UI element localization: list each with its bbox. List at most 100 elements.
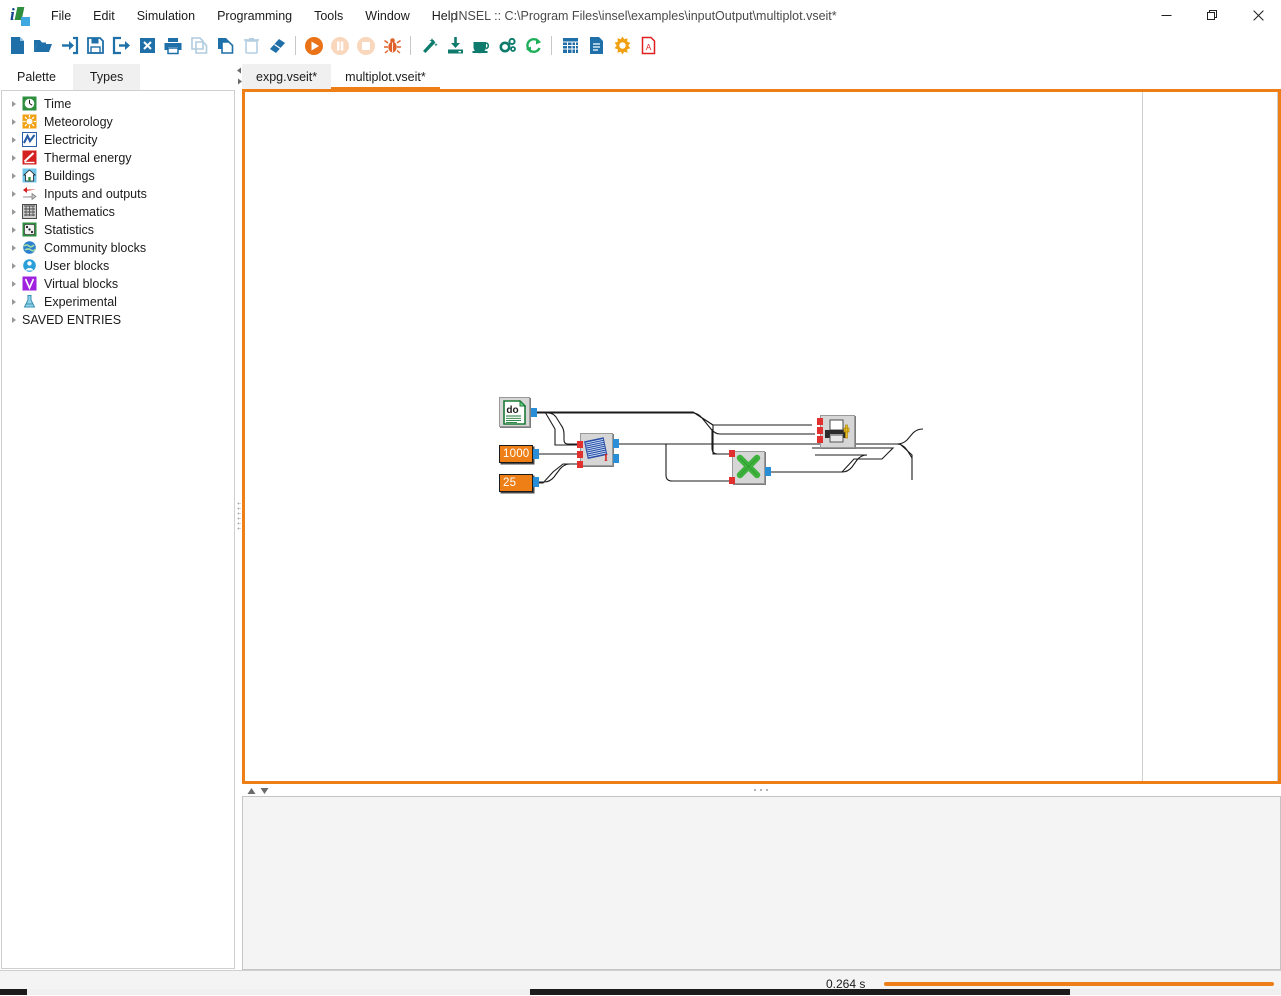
refresh-icon[interactable] xyxy=(520,33,546,59)
chevron-right-icon[interactable] xyxy=(6,131,22,149)
tree-item-virtual-blocks[interactable]: Virtual blocks xyxy=(2,275,234,293)
sun-gear-icon[interactable] xyxy=(609,33,635,59)
wire-layer xyxy=(533,411,913,484)
menu-item-window[interactable]: Window xyxy=(354,3,420,29)
plot-input-port-3[interactable] xyxy=(817,436,823,443)
open-folder-icon[interactable] xyxy=(30,33,56,59)
canvas-sheet[interactable]: do 1000 25 I xyxy=(245,92,1143,781)
plot-input-port-2[interactable] xyxy=(817,427,823,434)
debug-bug-icon[interactable] xyxy=(379,33,405,59)
tree-item-buildings[interactable]: Buildings xyxy=(2,167,234,185)
download-icon[interactable] xyxy=(442,33,468,59)
chevron-right-icon[interactable] xyxy=(6,149,22,167)
menu-item-tools[interactable]: Tools xyxy=(303,3,354,29)
chevron-right-icon[interactable] xyxy=(6,293,22,311)
tree-item-user-blocks[interactable]: User blocks xyxy=(2,257,234,275)
tree-item-label: Meteorology xyxy=(44,115,113,129)
magic-wand-icon[interactable] xyxy=(416,33,442,59)
chevron-right-icon[interactable] xyxy=(6,239,22,257)
chevron-right-icon[interactable] xyxy=(6,113,22,131)
close-button[interactable] xyxy=(1235,0,1281,31)
screen-input-port-2[interactable] xyxy=(577,451,583,458)
screen-output-port-1[interactable] xyxy=(613,439,619,448)
tree-item-meteorology[interactable]: Meteorology xyxy=(2,113,234,131)
do-output-port[interactable] xyxy=(531,408,537,417)
new-file-icon[interactable] xyxy=(4,33,30,59)
document-icon[interactable] xyxy=(583,33,609,59)
house-icon xyxy=(22,168,39,184)
menu-item-edit[interactable]: Edit xyxy=(82,3,126,29)
palette-tree[interactable]: Time Meteorology Electricity Thermal ene… xyxy=(1,90,235,969)
multiply-input-port-2[interactable] xyxy=(729,477,735,484)
chevron-right-icon[interactable] xyxy=(6,185,22,203)
chevron-right-icon[interactable] xyxy=(6,221,22,239)
tree-item-label: Mathematics xyxy=(44,205,115,219)
multiply-block[interactable] xyxy=(729,450,771,485)
toolbar-separator xyxy=(551,36,552,55)
palette-tabs: Palette Types xyxy=(0,61,236,90)
toolbar-separator xyxy=(410,36,411,55)
print-icon[interactable] xyxy=(160,33,186,59)
constant-block-25[interactable]: 25 xyxy=(499,474,533,492)
tree-item-saved-entries[interactable]: SAVED ENTRIES xyxy=(2,311,234,329)
tab-palette[interactable]: Palette xyxy=(0,64,73,90)
menu-item-file[interactable]: File xyxy=(40,3,82,29)
tree-item-label: SAVED ENTRIES xyxy=(22,313,122,327)
collapse-up-icon[interactable] xyxy=(247,787,256,795)
tree-item-thermal-energy[interactable]: Thermal energy xyxy=(2,149,234,167)
gears-icon[interactable] xyxy=(494,33,520,59)
eraser-icon[interactable] xyxy=(264,33,290,59)
stop-icon[interactable] xyxy=(353,33,379,59)
coffee-cup-icon[interactable] xyxy=(468,33,494,59)
screen-block[interactable]: I xyxy=(577,433,619,468)
multiply-input-port-1[interactable] xyxy=(729,450,735,457)
document-tab-multiplot[interactable]: multiplot.vseit* xyxy=(331,64,440,90)
tab-types[interactable]: Types xyxy=(72,64,141,90)
copy-icon[interactable] xyxy=(186,33,212,59)
tree-item-statistics[interactable]: Statistics xyxy=(2,221,234,239)
tree-item-mathematics[interactable]: Mathematics xyxy=(2,203,234,221)
tree-item-electricity[interactable]: Electricity xyxy=(2,131,234,149)
pdf-icon[interactable]: A xyxy=(635,33,661,59)
expand-down-icon[interactable] xyxy=(260,787,269,795)
import-icon[interactable] xyxy=(56,33,82,59)
screen-input-port-3[interactable] xyxy=(577,461,583,468)
chevron-right-icon[interactable] xyxy=(6,257,22,275)
do-block[interactable]: do xyxy=(499,397,537,429)
chevron-right-icon[interactable] xyxy=(6,311,22,329)
const-25-output-port[interactable] xyxy=(533,477,539,487)
paste-icon[interactable] xyxy=(212,33,238,59)
output-console-panel[interactable] xyxy=(242,796,1281,970)
trash-icon[interactable] xyxy=(238,33,264,59)
constant-block-1000[interactable]: 1000 xyxy=(499,445,533,463)
tree-item-inputs-and-outputs[interactable]: Inputs and outputs xyxy=(2,185,234,203)
palette-panel: Palette Types Time Meteorology Electrici… xyxy=(0,61,236,970)
screen-output-port-2[interactable] xyxy=(613,454,619,463)
document-tab-expg[interactable]: expg.vseit* xyxy=(242,64,332,90)
export-icon[interactable] xyxy=(108,33,134,59)
menu-item-simulation[interactable]: Simulation xyxy=(126,3,206,29)
pause-icon[interactable] xyxy=(327,33,353,59)
document-tabs: expg.vseit* multiplot.vseit* xyxy=(236,61,1281,90)
screen-input-port-1[interactable] xyxy=(577,441,583,448)
tree-item-time[interactable]: Time xyxy=(2,95,234,113)
run-icon[interactable] xyxy=(301,33,327,59)
chevron-right-icon[interactable] xyxy=(6,95,22,113)
multiply-output-port[interactable] xyxy=(765,467,771,476)
plot-input-port-1[interactable] xyxy=(817,418,823,425)
const-1000-output-port[interactable] xyxy=(533,449,539,459)
chevron-right-icon[interactable] xyxy=(6,167,22,185)
diagram-canvas[interactable]: do 1000 25 I xyxy=(242,89,1281,784)
tree-item-community-blocks[interactable]: Community blocks xyxy=(2,239,234,257)
menu-item-programming[interactable]: Programming xyxy=(206,3,303,29)
save-icon[interactable] xyxy=(82,33,108,59)
plot-output-block[interactable] xyxy=(817,415,858,449)
chevron-right-icon[interactable] xyxy=(6,275,22,293)
progress-bar xyxy=(884,982,1274,986)
chevron-right-icon[interactable] xyxy=(6,203,22,221)
tree-item-experimental[interactable]: Experimental xyxy=(2,293,234,311)
close-document-icon[interactable] xyxy=(134,33,160,59)
spreadsheet-icon[interactable] xyxy=(557,33,583,59)
minimize-button[interactable] xyxy=(1143,0,1189,31)
maximize-button[interactable] xyxy=(1189,0,1235,31)
